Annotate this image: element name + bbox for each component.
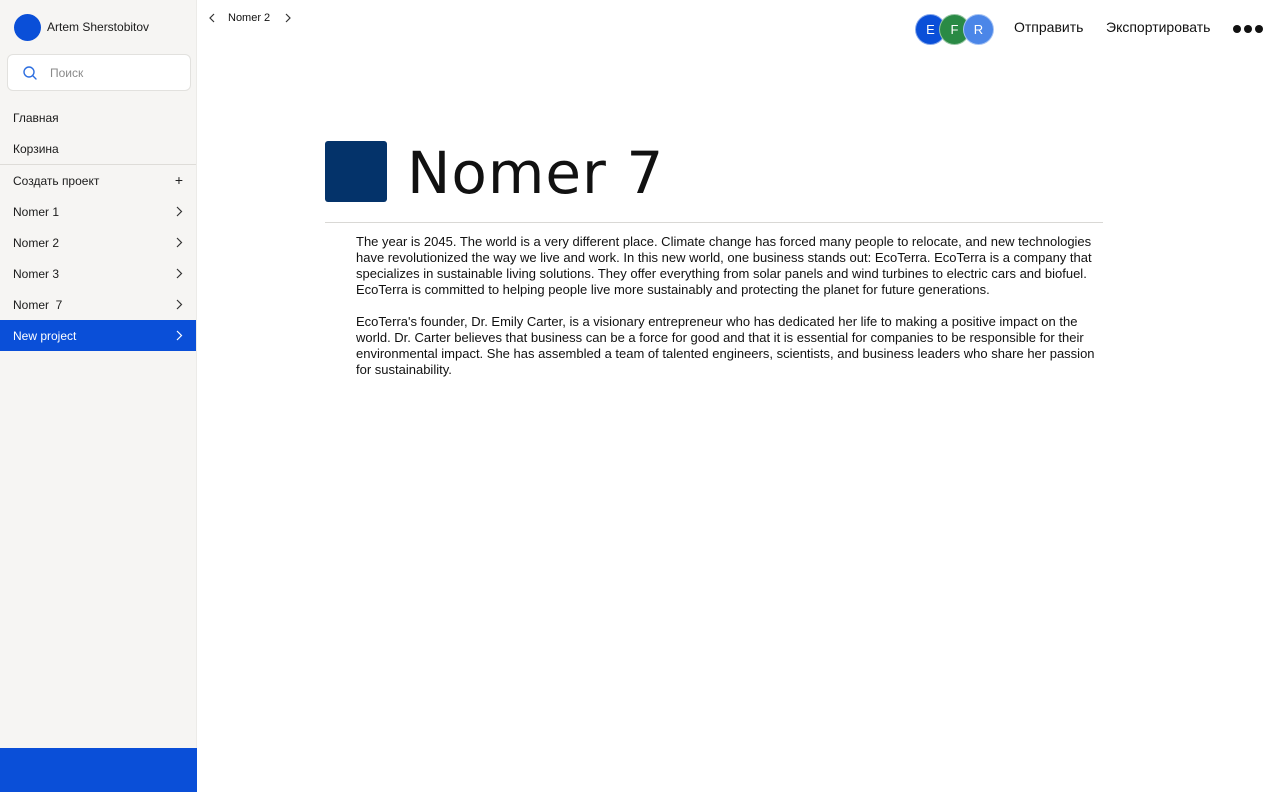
sidebar-footer-bar: [0, 748, 197, 792]
sidebar-item-label: Nomer 3: [13, 266, 60, 281]
sidebar-item-label: Главная: [13, 110, 59, 125]
breadcrumb-label[interactable]: Nomer 2: [228, 12, 270, 24]
user-name: Artem Sherstobitov: [47, 20, 150, 34]
plus-icon[interactable]: +: [175, 173, 183, 187]
chevron-right-icon: [176, 299, 183, 310]
sidebar-item-project[interactable]: Nomer 7: [0, 289, 196, 320]
document-body[interactable]: The year is 2045. The world is a very di…: [356, 234, 1106, 394]
forward-button[interactable]: [282, 8, 294, 28]
document-icon[interactable]: [325, 141, 387, 202]
sidebar-item-label: New project: [13, 328, 77, 343]
sidebar-item-project-active[interactable]: New project: [0, 320, 196, 351]
chevron-left-icon: [209, 13, 215, 23]
search-box[interactable]: [7, 54, 191, 91]
sidebar-item-project[interactable]: Nomer 1: [0, 196, 196, 227]
create-project-button[interactable]: Создать проект +: [0, 165, 196, 196]
dot: [1233, 25, 1241, 33]
collaborator-avatar-r[interactable]: R: [963, 14, 994, 45]
more-options-icon[interactable]: [1233, 22, 1263, 36]
chevron-right-icon: [176, 330, 183, 341]
chevron-right-icon: [176, 206, 183, 217]
sidebar-item-label: Корзина: [13, 141, 59, 156]
sidebar-item-label: Nomer 1: [13, 204, 60, 219]
sidebar-item-project[interactable]: Nomer 2: [0, 227, 196, 258]
sidebar-item-label: Nomer 2: [13, 235, 60, 250]
chevron-right-icon: [285, 13, 292, 23]
search-icon: [23, 65, 37, 80]
breadcrumb: Nomer 2: [206, 8, 294, 28]
sidebar-item-label: Создать проект: [13, 173, 100, 188]
dot: [1255, 25, 1263, 33]
avatar[interactable]: [14, 13, 41, 41]
sidebar-item-project[interactable]: Nomer 3: [0, 258, 196, 289]
paragraph[interactable]: EcoTerra's founder, Dr. Emily Carter, is…: [356, 314, 1106, 378]
back-button[interactable]: [206, 8, 218, 28]
sidebar-item-label: Nomer 7: [13, 297, 63, 312]
title-divider: [325, 222, 1103, 223]
dot: [1244, 25, 1252, 33]
chevron-right-icon: [176, 237, 183, 248]
page-title[interactable]: Nomer 7: [407, 138, 664, 208]
collaborator-avatars[interactable]: E F R: [915, 14, 995, 45]
chevron-right-icon: [176, 268, 183, 279]
paragraph[interactable]: The year is 2045. The world is a very di…: [356, 234, 1106, 298]
sidebar-item-home[interactable]: Главная: [0, 102, 196, 133]
user-profile[interactable]: Artem Sherstobitov: [14, 13, 149, 41]
send-button[interactable]: Отправить: [1014, 19, 1083, 35]
search-input[interactable]: [50, 65, 180, 80]
export-button[interactable]: Экспортировать: [1106, 19, 1210, 35]
sidebar: Artem Sherstobitov Главная Корзина Созда…: [0, 0, 197, 792]
sidebar-item-trash[interactable]: Корзина: [0, 133, 196, 164]
